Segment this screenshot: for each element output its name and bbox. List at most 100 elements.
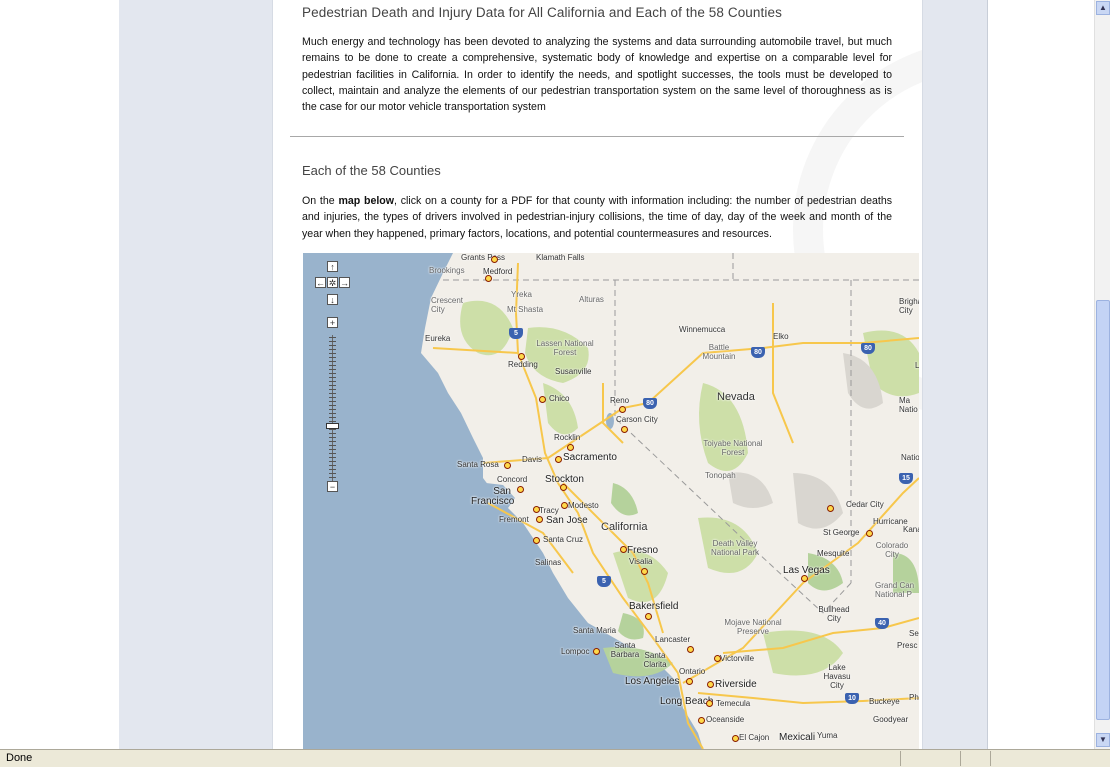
zoom-tick bbox=[329, 369, 336, 370]
county-map[interactable]: Grants Pass Klamath Falls Brookings Medf… bbox=[303, 253, 919, 749]
map-label-modesto: Modesto bbox=[568, 501, 599, 510]
map-label-lancaster: Lancaster bbox=[655, 635, 691, 644]
map-label-san-jose: San Jose bbox=[546, 515, 588, 526]
city-marker bbox=[686, 678, 693, 685]
zoom-out-button[interactable]: − bbox=[327, 481, 338, 492]
map-label-susanville: Susanville bbox=[555, 367, 592, 376]
page-left-margin bbox=[119, 0, 273, 749]
map-label-nevada: Nevada bbox=[717, 391, 755, 403]
zoom-tick bbox=[329, 397, 336, 398]
map-label-san-francisco: San Francisco bbox=[471, 486, 515, 507]
pan-up-button[interactable]: ↑ bbox=[327, 261, 338, 272]
page-heading: Pedestrian Death and Injury Data for All… bbox=[302, 5, 782, 20]
zoom-slider-thumb[interactable] bbox=[326, 423, 339, 429]
zoom-tick bbox=[329, 405, 336, 406]
zoom-tick bbox=[329, 449, 336, 450]
map-label-mexicali: Mexicali bbox=[779, 732, 816, 743]
zoom-tick bbox=[329, 393, 336, 394]
map-label-brookings: Brookings bbox=[429, 266, 465, 275]
map-label-concord: Concord bbox=[497, 475, 528, 484]
city-marker bbox=[619, 406, 626, 413]
city-marker bbox=[491, 256, 498, 263]
city-marker bbox=[567, 444, 574, 451]
page-right-margin bbox=[922, 0, 988, 749]
zoom-tick bbox=[329, 361, 336, 362]
city-marker bbox=[533, 537, 540, 544]
zoom-in-button[interactable]: + bbox=[327, 317, 338, 328]
city-marker bbox=[504, 462, 511, 469]
map-label-se: Se bbox=[909, 629, 919, 638]
map-label-los-angeles: Los Angeles bbox=[625, 676, 680, 687]
city-marker bbox=[561, 502, 568, 509]
city-marker bbox=[533, 506, 540, 513]
map-label-temecula: Temecula bbox=[716, 699, 751, 708]
map-label-kanab: Kanab bbox=[903, 525, 919, 534]
map-label-tracy: Tracy bbox=[539, 506, 559, 515]
city-marker bbox=[827, 505, 834, 512]
map-label-santa-barbara: Santa Barbara bbox=[610, 641, 640, 659]
zoom-tick bbox=[329, 365, 336, 366]
map-label-yuma: Yuma bbox=[817, 731, 838, 740]
map-label-elko: Elko bbox=[773, 332, 789, 341]
map-label-colorado-city: Colorado City bbox=[875, 541, 909, 559]
zoom-tick bbox=[329, 417, 336, 418]
map-label-riverside: Riverside bbox=[715, 679, 757, 690]
scroll-up-button[interactable]: ▲ bbox=[1096, 1, 1110, 15]
map-label-santa-rosa: Santa Rosa bbox=[457, 460, 499, 469]
pan-left-button[interactable]: ← bbox=[315, 277, 326, 288]
pan-right-button[interactable]: → bbox=[339, 277, 350, 288]
zoom-tick bbox=[329, 433, 336, 434]
city-marker bbox=[707, 681, 714, 688]
map-label-tonopah: Tonopah bbox=[705, 471, 736, 480]
zoom-tick bbox=[329, 385, 336, 386]
map-label-oceanside: Oceanside bbox=[706, 715, 745, 724]
map-label-mojave: Mojave National Preserve bbox=[724, 618, 782, 636]
map-label-ma-nation: Ma Natio bbox=[899, 396, 918, 414]
interstate-80-shield: 80 bbox=[861, 343, 875, 354]
city-marker bbox=[706, 700, 713, 707]
interstate-5-shield: 5 bbox=[509, 328, 523, 339]
pan-center-button[interactable]: ✲ bbox=[327, 277, 338, 288]
interstate-80-shield: 80 bbox=[751, 347, 765, 358]
map-label-lompoc: Lompoc bbox=[561, 647, 590, 656]
city-marker bbox=[641, 568, 648, 575]
city-marker bbox=[714, 655, 721, 662]
city-marker bbox=[555, 456, 562, 463]
zoom-tick bbox=[329, 437, 336, 438]
map-label-bakersfield: Bakersfield bbox=[629, 601, 679, 612]
map-instructions: On the map below, click on a county for … bbox=[302, 193, 892, 242]
interstate-5-shield: 5 bbox=[597, 576, 611, 587]
map-label-redding: Redding bbox=[508, 360, 538, 369]
zoom-slider[interactable] bbox=[326, 335, 339, 483]
map-label-visalia: Visalia bbox=[629, 557, 653, 566]
status-panel bbox=[960, 751, 961, 766]
map-label-eureka: Eureka bbox=[425, 334, 451, 343]
pan-down-button[interactable]: ↓ bbox=[327, 294, 338, 305]
zoom-tick bbox=[329, 445, 336, 446]
city-marker bbox=[621, 426, 628, 433]
zoom-tick bbox=[329, 349, 336, 350]
map-label-santa-clarita: Santa Clarita bbox=[643, 651, 667, 669]
map-label-sacramento: Sacramento bbox=[563, 452, 617, 463]
instructions-prefix: On the bbox=[302, 195, 339, 207]
zoom-tick bbox=[329, 429, 336, 430]
interstate-10-shield: 10 bbox=[845, 693, 859, 704]
zoom-tick bbox=[329, 373, 336, 374]
zoom-tick bbox=[329, 401, 336, 402]
map-label-st-george: St George bbox=[823, 528, 860, 537]
interstate-15-shield: 15 bbox=[899, 473, 913, 484]
zoom-tick bbox=[329, 413, 336, 414]
city-marker bbox=[518, 353, 525, 360]
map-label-el-cajon: El Cajon bbox=[739, 733, 770, 742]
interstate-40-shield: 40 bbox=[875, 618, 889, 629]
vertical-scrollbar[interactable]: ▲ ▼ bbox=[1094, 0, 1110, 749]
zoom-tick bbox=[329, 357, 336, 358]
scroll-down-button[interactable]: ▼ bbox=[1096, 733, 1110, 747]
zoom-tick bbox=[329, 457, 336, 458]
map-label-goodyear: Goodyear bbox=[873, 715, 909, 724]
city-marker bbox=[698, 717, 705, 724]
map-label-reno: Reno bbox=[610, 396, 630, 405]
scrollbar-thumb[interactable] bbox=[1096, 300, 1110, 720]
map-label-toiyabe: Toiyabe National Forest bbox=[703, 439, 763, 457]
zoom-tick bbox=[329, 353, 336, 354]
